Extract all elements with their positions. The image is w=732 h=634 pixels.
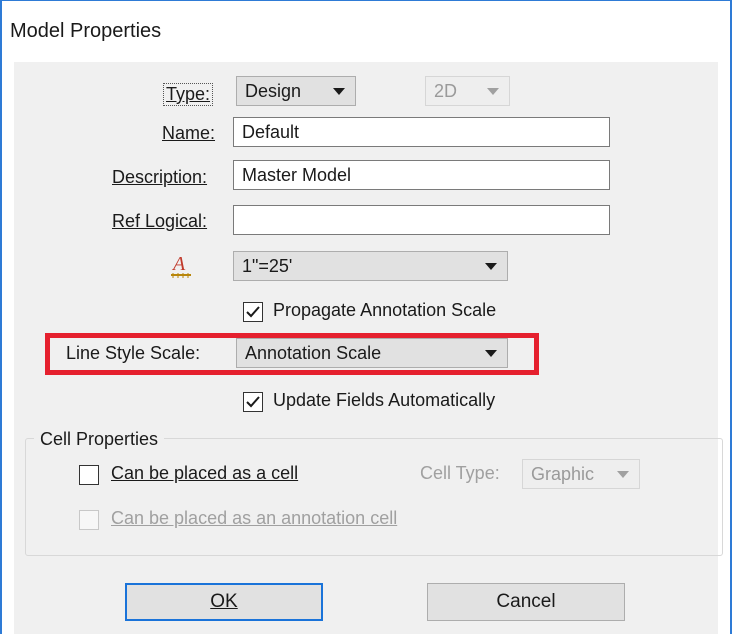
type-value: Design — [245, 81, 302, 101]
cell-type-value: Graphic — [531, 464, 595, 484]
cell-properties-title: Cell Properties — [34, 429, 165, 450]
title-bar[interactable]: Model Properties — [0, 0, 732, 62]
ok-button-label: OK — [210, 591, 238, 612]
description-input[interactable]: Master Model — [233, 160, 610, 190]
annotation-cell-label: Can be placed as an annotation cell — [111, 508, 397, 529]
window-title: Model Properties — [10, 20, 162, 42]
chevron-down-icon — [617, 471, 629, 478]
model-properties-dialog: Model Properties Type: Design 2D Name: D… — [0, 0, 732, 634]
annotation-cell-label-text: Can be placed as an annotation cell — [111, 508, 398, 528]
name-label-text: Name: — [162, 123, 216, 143]
annotation-scale-dropdown[interactable]: 1"=25' — [233, 251, 508, 281]
window-left-edge — [0, 0, 2, 634]
ref-logical-label-text: Ref Logical: — [112, 211, 208, 231]
window-top-edge — [0, 0, 732, 1]
chevron-down-icon — [333, 88, 345, 95]
ref-logical-label: Ref Logical: — [112, 211, 207, 232]
annotation-scale-icon: A — [171, 253, 191, 278]
description-value: Master Model — [242, 165, 352, 185]
cell-type-dropdown: Graphic — [522, 459, 640, 489]
propagate-label: Propagate Annotation Scale — [273, 300, 497, 320]
chevron-down-icon — [485, 263, 497, 270]
description-label: Description: — [112, 167, 207, 188]
svg-text:A: A — [171, 253, 186, 275]
type-label: Type: — [163, 83, 214, 106]
cell-properties-group — [25, 438, 723, 556]
chevron-down-icon — [487, 88, 499, 95]
placed-as-cell-label-text: Can be placed as a cell — [111, 463, 299, 483]
checkmark-icon — [246, 396, 260, 408]
cancel-button-label: Cancel — [496, 591, 556, 612]
propagate-checkbox[interactable] — [243, 302, 263, 322]
dimension-dropdown: 2D — [425, 76, 510, 106]
update-fields-checkbox[interactable] — [243, 392, 263, 412]
description-label-text: Description: — [112, 167, 208, 187]
checkmark-icon — [246, 306, 260, 318]
name-input[interactable]: Default — [233, 117, 610, 147]
ref-logical-input[interactable] — [233, 205, 610, 235]
placed-as-cell-label: Can be placed as a cell — [111, 463, 298, 484]
dimension-value: 2D — [434, 81, 458, 101]
placed-as-cell-checkbox[interactable] — [79, 465, 99, 485]
type-dropdown[interactable]: Design — [236, 76, 356, 106]
ok-button[interactable]: OK — [125, 583, 323, 621]
cell-type-label: Cell Type: — [420, 463, 500, 483]
red-highlight-box — [45, 333, 539, 375]
name-value: Default — [242, 122, 300, 142]
update-fields-label: Update Fields Automatically — [273, 390, 496, 410]
type-label-text: Type: — [166, 84, 211, 104]
name-label: Name: — [162, 123, 215, 144]
annotation-scale-value: 1"=25' — [242, 256, 293, 276]
annotation-cell-checkbox — [79, 510, 99, 530]
cancel-button[interactable]: Cancel — [427, 583, 625, 621]
